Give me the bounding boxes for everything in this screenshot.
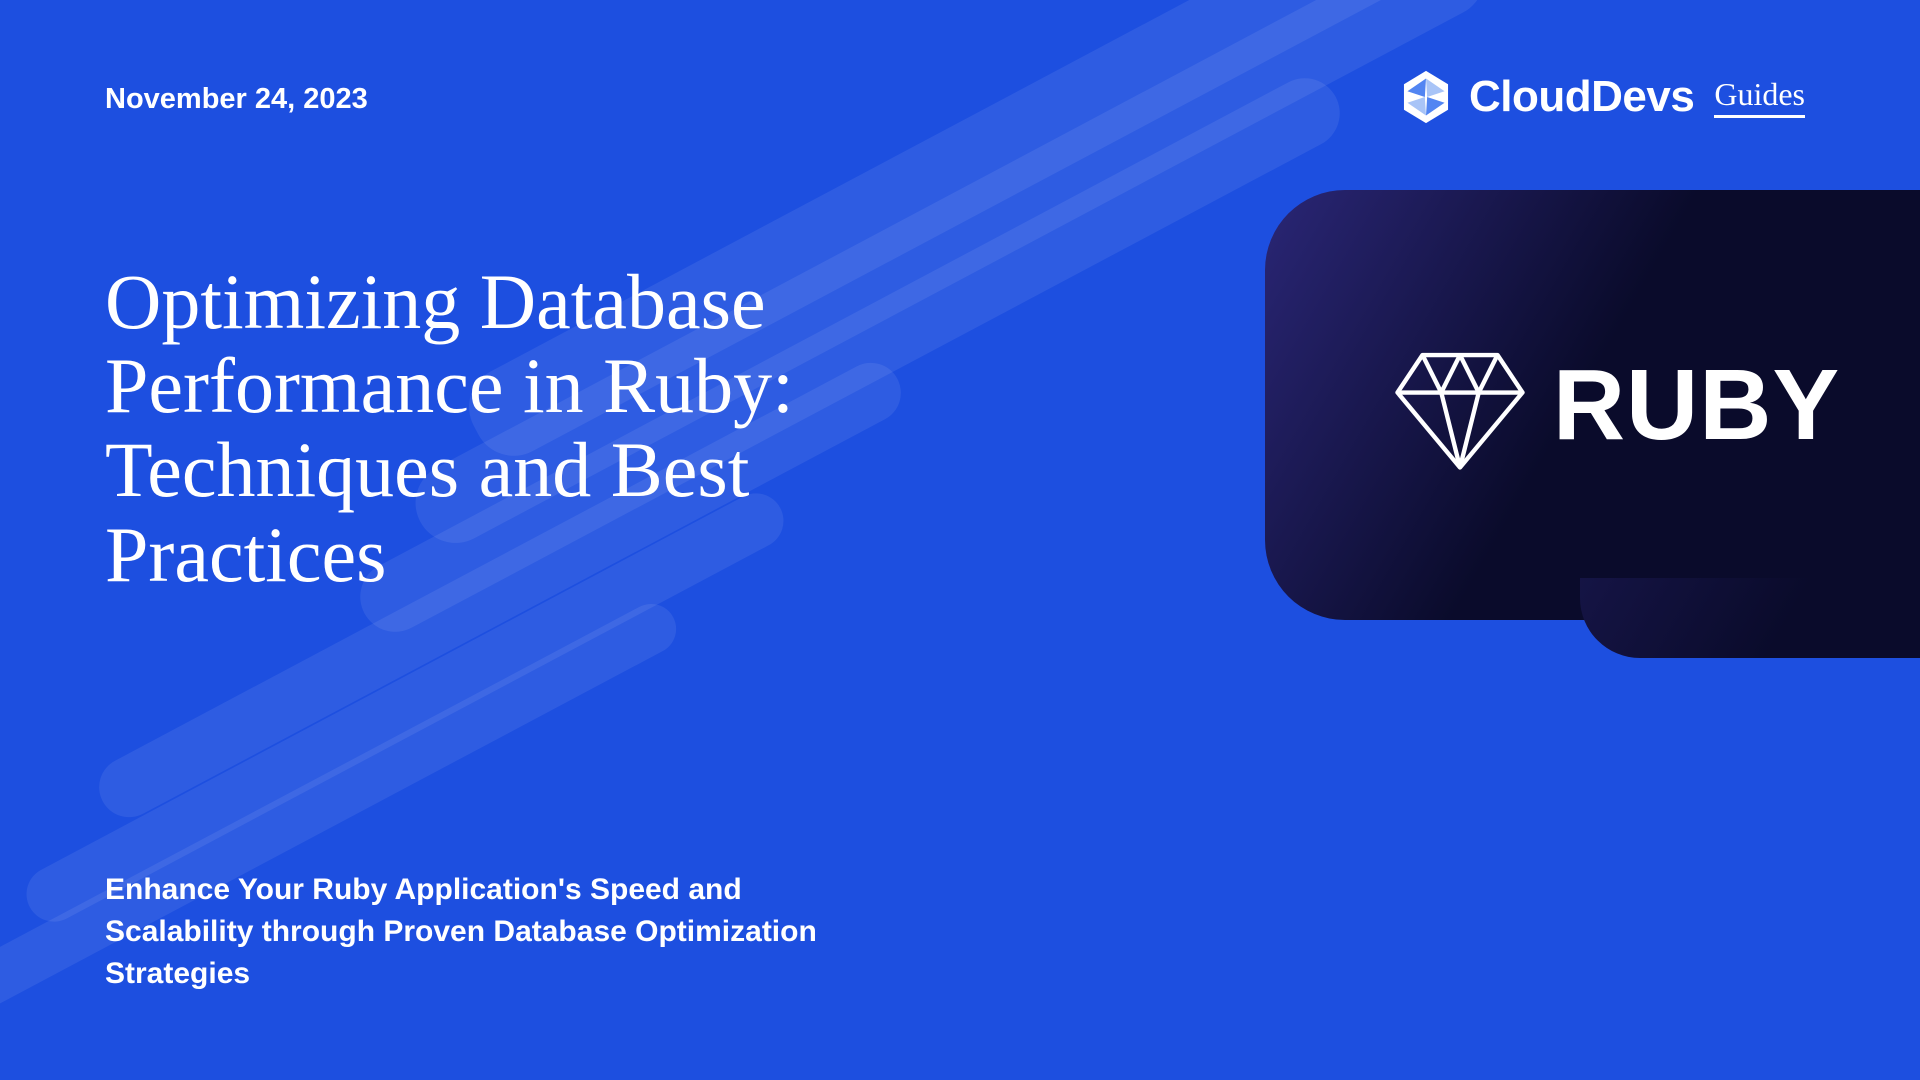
clouddevs-logo-icon	[1397, 68, 1455, 126]
brand-name: CloudDevs	[1469, 72, 1694, 122]
article-subtitle: Enhance Your Ruby Application's Speed an…	[105, 869, 885, 995]
ruby-gem-icon	[1385, 330, 1535, 480]
brand-logo-area: CloudDevs Guides	[1397, 68, 1805, 126]
publish-date: November 24, 2023	[105, 83, 368, 116]
tech-badge-label: RUBY	[1553, 348, 1840, 463]
brand-sub-label: Guides	[1714, 76, 1805, 118]
article-title: Optimizing Database Performance in Ruby:…	[105, 260, 1005, 597]
tech-badge-card: RUBY	[1265, 190, 1920, 620]
